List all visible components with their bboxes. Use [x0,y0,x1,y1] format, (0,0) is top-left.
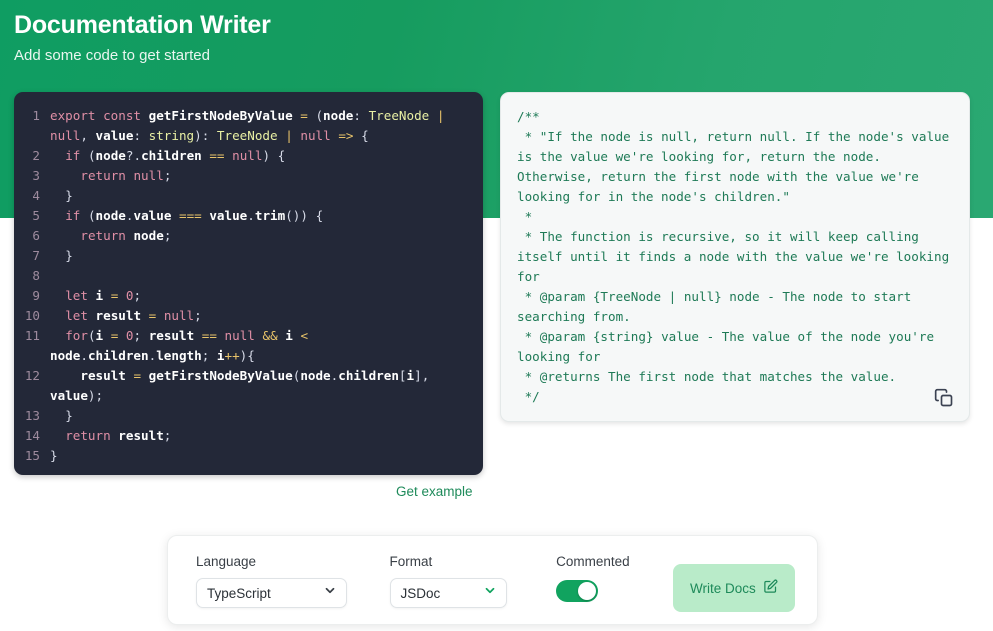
line-number: 15 [14,446,50,466]
line-number: 1 [14,106,50,126]
language-control-group: Language TypeScript [196,554,347,608]
code-line: 5 if (node.value === value.trim()) { [14,206,473,226]
line-number: 13 [14,406,50,426]
code-line-text: result = getFirstNodeByValue(node.childr… [50,366,473,406]
commented-control-group: Commented [556,554,630,602]
header-text-block: Documentation Writer Add some code to ge… [14,8,271,67]
get-example-link[interactable]: Get example [396,484,473,499]
code-line-text: } [50,186,473,206]
copy-icon[interactable] [931,385,957,411]
code-editor[interactable]: 1export const getFirstNodeByValue = (nod… [14,92,483,475]
line-number: 6 [14,226,50,246]
line-number: 10 [14,306,50,326]
line-number: 4 [14,186,50,206]
code-line-text: export const getFirstNodeByValue = (node… [50,106,473,146]
code-line: 9 let i = 0; [14,286,473,306]
code-line: 6 return node; [14,226,473,246]
code-line-text: let i = 0; [50,286,473,306]
code-line-text: if (node.value === value.trim()) { [50,206,473,226]
commented-toggle[interactable] [556,580,598,602]
code-line: 10 let result = null; [14,306,473,326]
code-line: 8 [14,266,473,286]
code-line-text: let result = null; [50,306,473,326]
write-docs-label: Write Docs [690,581,756,596]
format-select[interactable]: JSDoc [390,578,508,608]
page-title: Documentation Writer [14,8,271,42]
code-line-text: return node; [50,226,473,246]
language-selected-value: TypeScript [207,586,271,601]
line-number: 3 [14,166,50,186]
code-line: 4 } [14,186,473,206]
code-line-text: } [50,406,473,426]
code-line: 11 for(i = 0; result == null && i < node… [14,326,473,366]
line-number: 14 [14,426,50,446]
toggle-knob [578,582,596,600]
format-label: Format [390,554,508,570]
code-line: 3 return null; [14,166,473,186]
code-line: 7 } [14,246,473,266]
code-line-text [50,266,473,286]
line-number: 9 [14,286,50,306]
code-line: 14 return result; [14,426,473,446]
line-number: 2 [14,146,50,166]
code-line: 1export const getFirstNodeByValue = (nod… [14,106,473,146]
format-control-group: Format JSDoc [390,554,508,608]
code-line: 2 if (node?.children == null) { [14,146,473,166]
line-number: 12 [14,366,50,386]
write-docs-button[interactable]: Write Docs [673,564,795,612]
documentation-output-panel: /** * "If the node is null, return null.… [500,92,970,422]
line-number: 8 [14,266,50,286]
code-line-text: return null; [50,166,473,186]
page-subtitle: Add some code to get started [14,45,271,67]
language-label: Language [196,554,347,570]
line-number: 11 [14,326,50,346]
code-line-text: return result; [50,426,473,446]
pencil-square-icon [763,579,778,597]
code-line-text: } [50,246,473,266]
app-root: Documentation Writer Add some code to ge… [0,0,993,631]
code-line-text: if (node?.children == null) { [50,146,473,166]
code-line: 13 } [14,406,473,426]
language-select[interactable]: TypeScript [196,578,347,608]
documentation-text: /** * "If the node is null, return null.… [517,107,951,407]
line-number: 7 [14,246,50,266]
format-selected-value: JSDoc [401,586,441,601]
line-number: 5 [14,206,50,226]
code-line-text: for(i = 0; result == null && i < node.ch… [50,326,473,366]
copy-icon-glyph [934,388,954,408]
commented-label: Commented [556,554,630,570]
code-line: 15} [14,446,473,466]
controls-card: Language TypeScript Format JSDoc Comment… [167,535,818,625]
pencil-square-icon-glyph [763,579,778,594]
chevron-down-icon [323,584,337,603]
code-line-text: } [50,446,473,466]
code-line: 12 result = getFirstNodeByValue(node.chi… [14,366,473,406]
chevron-down-icon [483,584,497,603]
